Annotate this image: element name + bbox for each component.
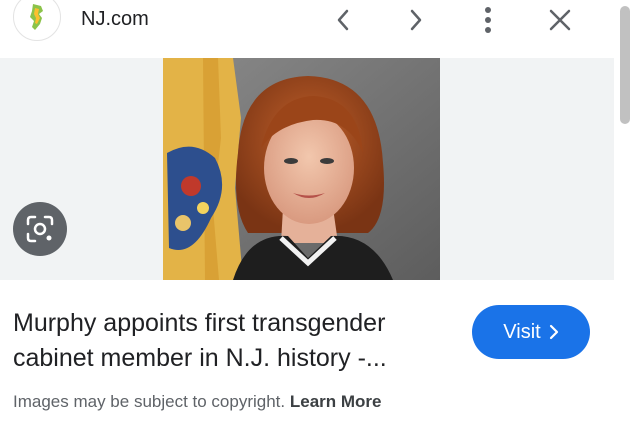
preview-header: NJ.com — [0, 0, 614, 58]
back-button[interactable] — [327, 4, 359, 36]
close-button[interactable] — [544, 4, 576, 36]
new-jersey-map-icon — [30, 4, 43, 30]
image-preview-area — [0, 58, 614, 280]
learn-more-link[interactable]: Learn More — [290, 392, 382, 411]
copyright-text: Images may be subject to copyright. — [13, 392, 286, 411]
portrait-photo — [163, 58, 440, 280]
chevron-right-icon — [410, 9, 422, 31]
visit-label: Visit — [503, 320, 541, 343]
site-favicon[interactable] — [13, 0, 61, 41]
visit-button[interactable]: Visit — [472, 305, 590, 359]
forward-button[interactable] — [400, 4, 432, 36]
google-lens-icon — [26, 215, 54, 243]
google-lens-button[interactable] — [13, 202, 67, 256]
more-vert-icon — [485, 7, 491, 33]
more-options-button[interactable] — [472, 4, 504, 36]
result-title[interactable]: Murphy appoints first transgender cabine… — [13, 306, 448, 376]
chevron-left-icon — [337, 9, 349, 31]
copyright-notice: Images may be subject to copyright. Lear… — [13, 392, 382, 412]
close-icon — [549, 9, 571, 31]
scrollbar-thumb[interactable] — [620, 6, 630, 124]
site-name[interactable]: NJ.com — [81, 8, 149, 31]
chevron-right-icon — [549, 324, 558, 340]
preview-image[interactable] — [163, 58, 440, 280]
